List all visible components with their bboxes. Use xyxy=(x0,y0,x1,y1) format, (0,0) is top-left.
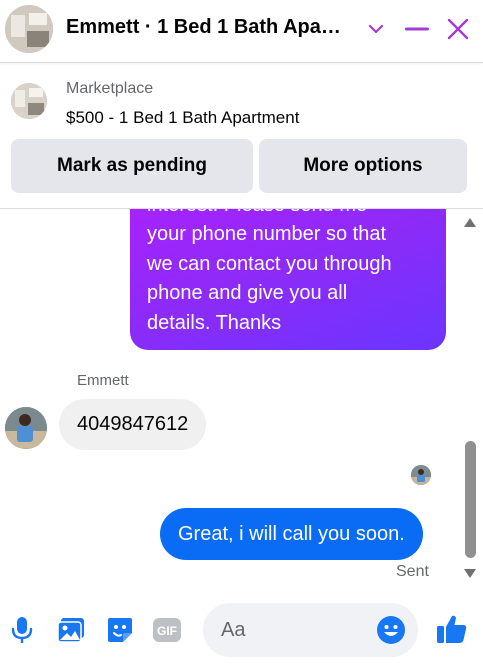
outgoing-message-text: Great, i will call you soon. xyxy=(178,522,405,545)
outgoing-message-bubble[interactable]: Great, i will call you soon. xyxy=(160,508,423,560)
mark-as-pending-button[interactable]: Mark as pending xyxy=(11,139,253,193)
chat-avatar[interactable] xyxy=(5,5,53,53)
incoming-message-bubble[interactable]: 4049847612 xyxy=(59,399,207,450)
more-options-button[interactable]: More options xyxy=(259,139,467,193)
outgoing-message-bubble[interactable]: interest. Please send me your phone numb… xyxy=(130,209,446,350)
message-line: phone and give you all xyxy=(147,282,348,304)
marketplace-label: Marketplace xyxy=(66,80,154,97)
sticker-icon[interactable] xyxy=(103,613,137,647)
svg-text:GIF: GIF xyxy=(157,624,177,638)
microphone-icon[interactable] xyxy=(5,613,39,647)
message-line: we can contact you through xyxy=(147,252,392,275)
minimize-icon[interactable] xyxy=(402,14,432,44)
listing-title[interactable]: $500 - 1 Bed 1 Bath Apartment xyxy=(66,108,299,128)
scrollbar-thumb[interactable] xyxy=(465,441,476,558)
seen-indicator-avatar xyxy=(411,465,431,485)
chat-title[interactable]: Emmett · 1 Bed 1 Bath Apa… xyxy=(66,16,341,39)
like-icon[interactable] xyxy=(435,612,469,646)
emoji-icon[interactable] xyxy=(374,613,408,647)
close-icon[interactable] xyxy=(443,14,473,44)
message-status: Sent xyxy=(396,563,429,580)
photo-icon[interactable] xyxy=(54,613,88,647)
gif-icon[interactable]: GIF xyxy=(150,613,184,647)
listing-thumbnail[interactable] xyxy=(11,83,47,119)
sender-name: Emmett xyxy=(77,372,129,389)
sender-avatar[interactable] xyxy=(5,407,47,449)
scroll-up-arrow-icon[interactable] xyxy=(463,215,477,227)
message-line: your phone number so that xyxy=(147,223,387,245)
message-line: details. Thanks xyxy=(147,311,282,334)
message-line: interest. Please send me xyxy=(147,209,436,220)
incoming-message-text: 4049847612 xyxy=(77,413,189,435)
scroll-down-arrow-icon[interactable] xyxy=(463,567,477,579)
chevron-down-icon[interactable] xyxy=(361,14,391,44)
